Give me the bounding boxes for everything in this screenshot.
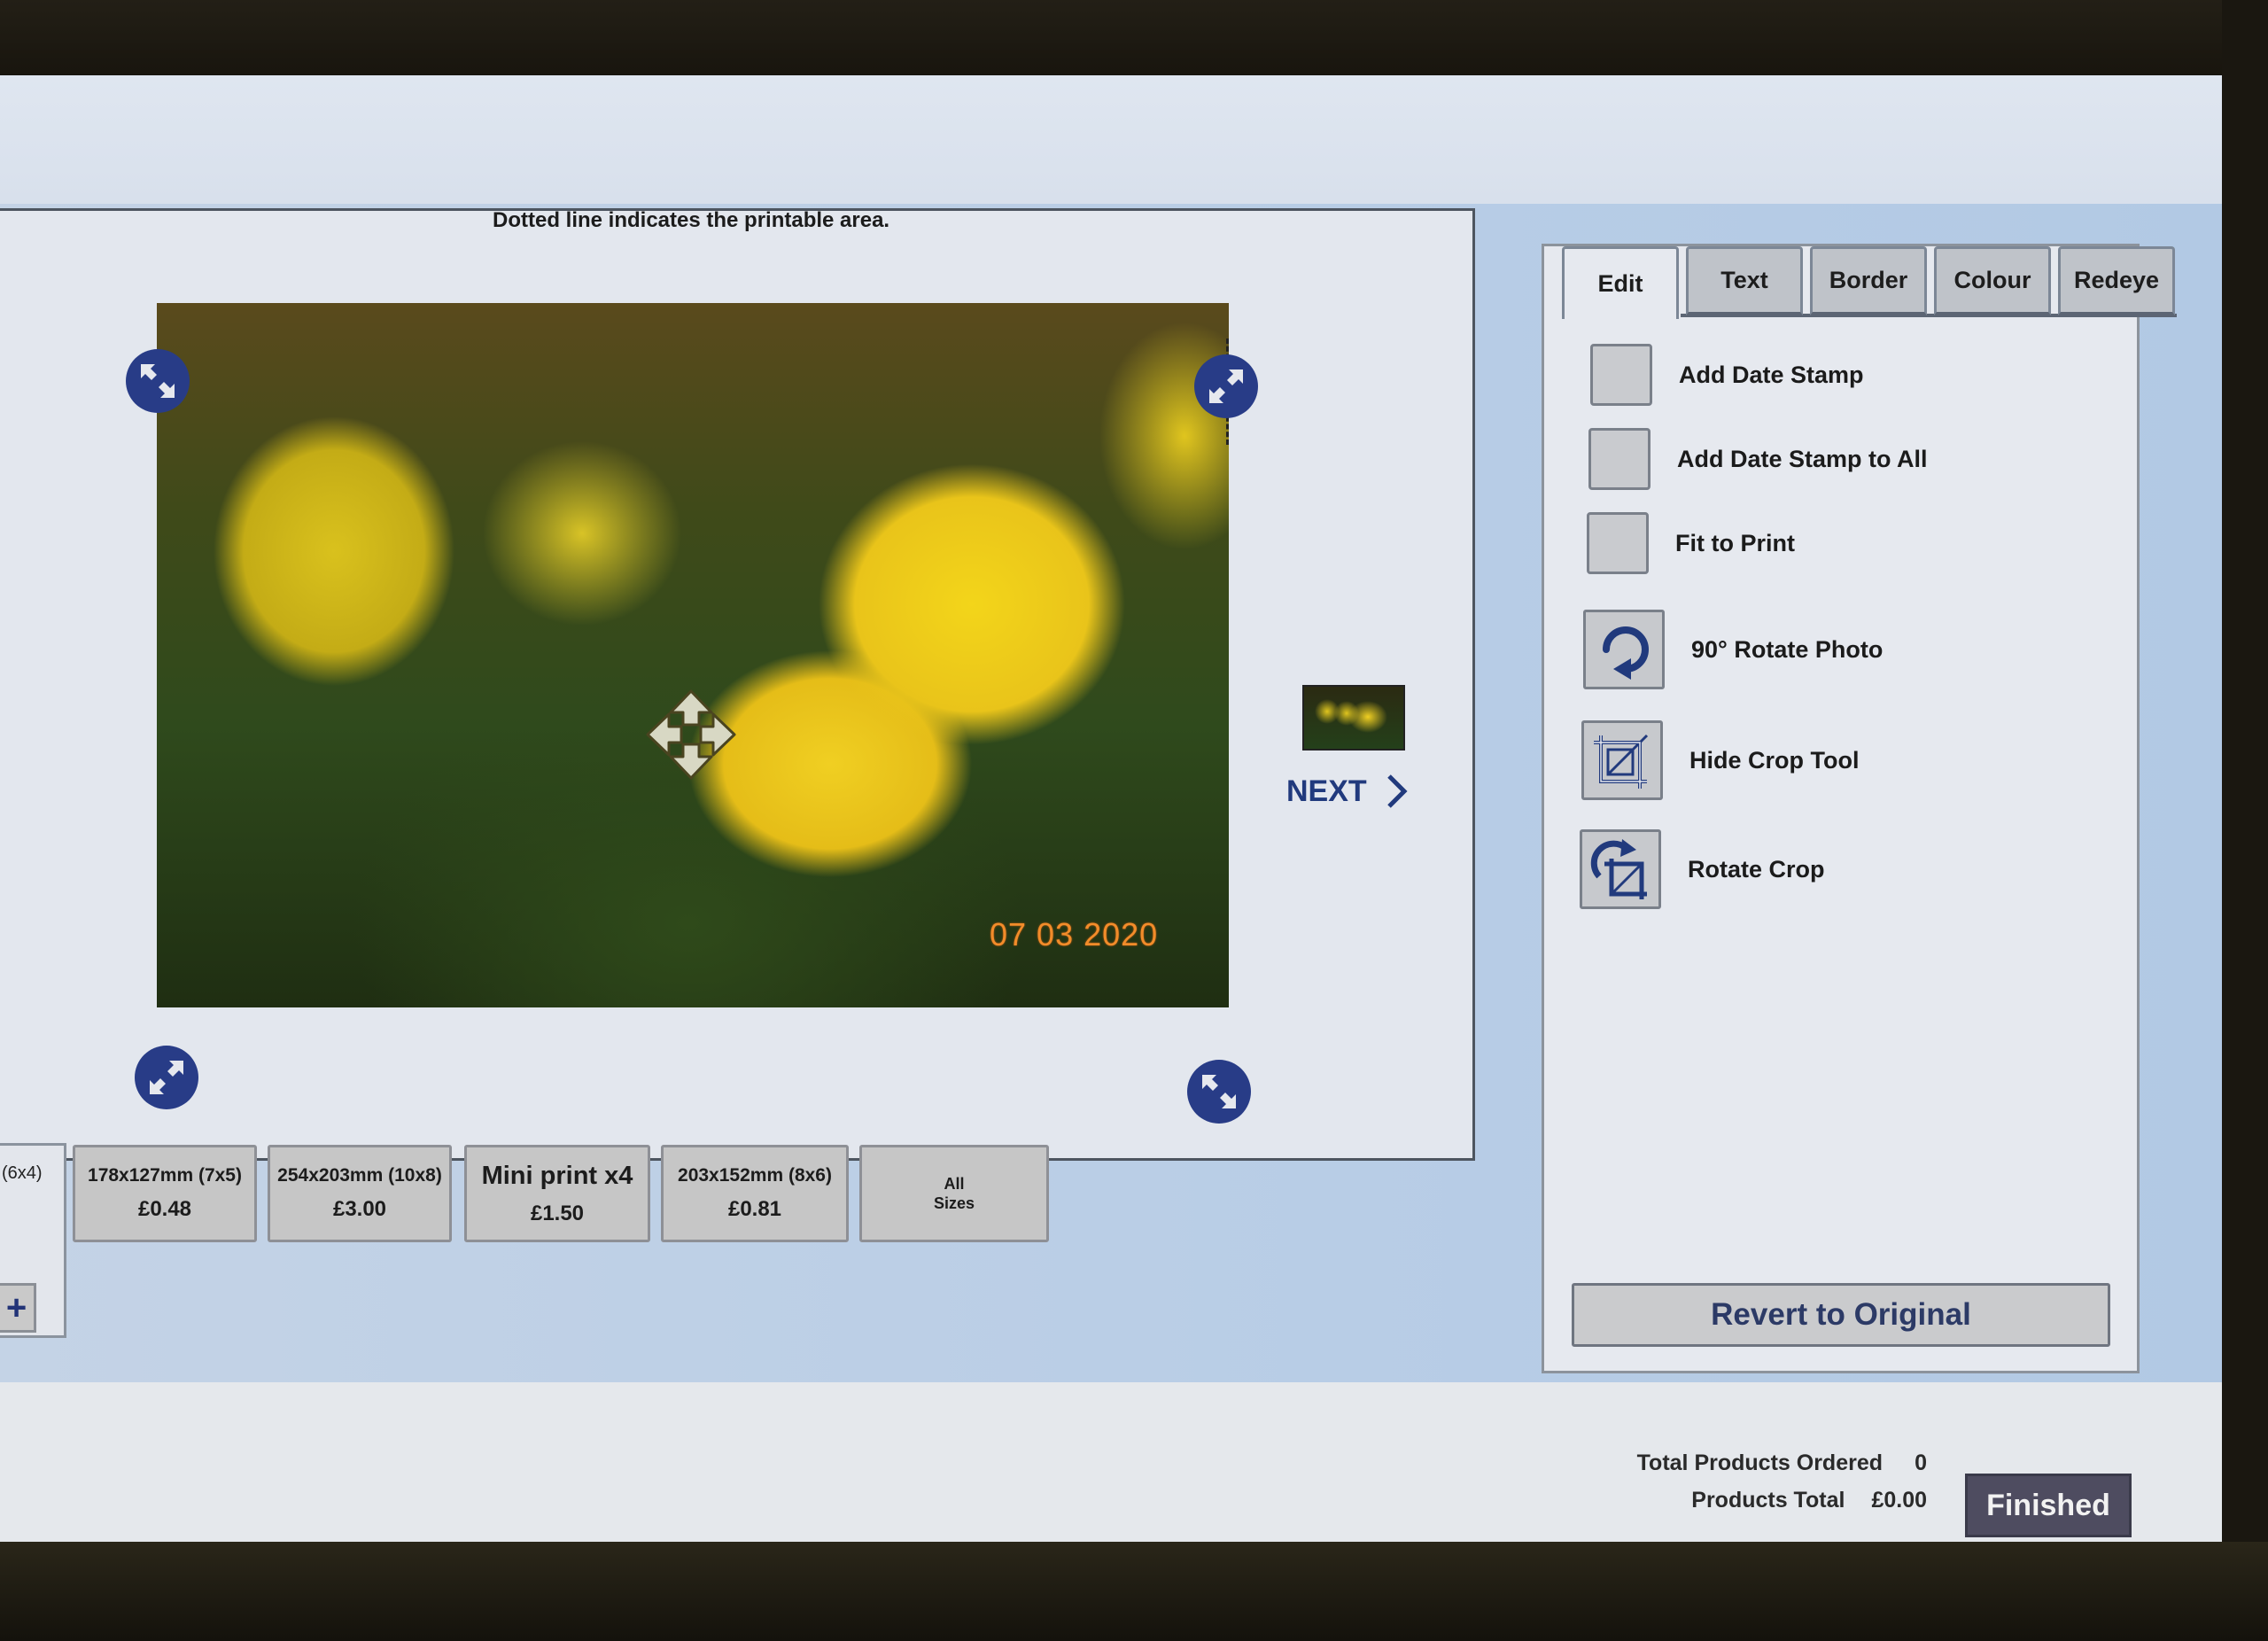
size-price: £1.50 — [530, 1201, 585, 1225]
crop-handle-bottom-left[interactable] — [135, 1046, 198, 1109]
size-price: £3.00 — [332, 1197, 387, 1221]
finished-button[interactable]: Finished — [1965, 1474, 2132, 1537]
option-label: Hide Crop Tool — [1689, 746, 1860, 774]
size-price: £0.48 — [137, 1197, 192, 1221]
printable-area-note: Dotted line indicates the printable area… — [493, 208, 890, 232]
edit-options-panel — [1542, 244, 2140, 1373]
size-option-7x5[interactable]: 178x127mm (7x5) £0.48 — [73, 1145, 257, 1242]
revert-to-original-button[interactable]: Revert to Original — [1572, 1283, 2110, 1347]
photo-canvas[interactable]: 07 03 2020 — [157, 303, 1229, 1007]
rotate-photo-button[interactable]: 90° Rotate Photo — [1583, 610, 1883, 689]
rotate-icon — [1583, 610, 1665, 689]
monitor-bezel-top — [0, 0, 2268, 84]
monitor-bezel-right — [2222, 0, 2268, 1641]
tab-colour[interactable]: Colour — [1934, 246, 2051, 315]
order-footer — [0, 1382, 2268, 1559]
crop-handle-top-right[interactable] — [1194, 354, 1258, 418]
option-label: Fit to Print — [1675, 529, 1795, 556]
size-option-all-sizes[interactable]: All Sizes — [859, 1145, 1049, 1242]
size-name: 254x203mm (10x8) — [277, 1165, 442, 1186]
total-products-ordered-row: Total Products Ordered 0 — [1595, 1444, 1927, 1482]
resize-arrows-icon — [1209, 369, 1243, 403]
move-icon[interactable] — [642, 686, 740, 783]
size-option-8x6[interactable]: 203x152mm (8x6) £0.81 — [661, 1145, 849, 1242]
tab-edit[interactable]: Edit — [1562, 246, 1679, 319]
add-date-stamp-to-all-option[interactable]: Add Date Stamp to All — [1588, 428, 1928, 490]
size-name: 203x152mm (8x6) — [678, 1165, 832, 1186]
add-quantity-button[interactable]: + — [0, 1283, 36, 1333]
monitor-bezel-bottom — [0, 1542, 2268, 1641]
add-date-stamp-checkbox[interactable] — [1590, 344, 1652, 406]
size-option-mini-print[interactable]: Mini print x4 £1.50 — [464, 1145, 650, 1242]
size-price: £0.81 — [727, 1197, 782, 1221]
fit-to-print-checkbox[interactable] — [1587, 512, 1649, 574]
total-products-ordered-value: 0 — [1915, 1450, 1927, 1475]
tab-border[interactable]: Border — [1810, 246, 1927, 315]
order-totals: Total Products Ordered 0 Products Total … — [1595, 1444, 1927, 1519]
size-option-10x8[interactable]: 254x203mm (10x8) £3.00 — [268, 1145, 452, 1242]
option-label: Add Date Stamp to All — [1677, 445, 1928, 472]
top-strip — [0, 75, 2225, 204]
products-total-value: £0.00 — [1871, 1487, 1927, 1513]
edit-tabs: Edit Text Border Colour Redeye — [1562, 246, 2175, 319]
tab-text[interactable]: Text — [1686, 246, 1803, 315]
fit-to-print-option[interactable]: Fit to Print — [1587, 512, 1795, 574]
crop-handle-bottom-right[interactable] — [1187, 1060, 1251, 1124]
option-label: Add Date Stamp — [1679, 361, 1864, 388]
size-option-label: (6x4) — [2, 1163, 43, 1183]
tab-redeye[interactable]: Redeye — [2058, 246, 2175, 315]
add-date-stamp-to-all-checkbox[interactable] — [1588, 428, 1651, 490]
crop-handle-top-left[interactable] — [126, 349, 190, 413]
products-total-row: Products Total £0.00 — [1595, 1482, 1927, 1519]
size-name: Mini print x4 — [481, 1161, 633, 1190]
plus-icon: + — [5, 1287, 27, 1327]
resize-arrows-icon — [1202, 1075, 1236, 1108]
next-button[interactable]: NEXT — [1286, 774, 1408, 809]
hide-crop-tool-button[interactable]: Hide Crop Tool — [1581, 720, 1859, 800]
add-date-stamp-option[interactable]: Add Date Stamp — [1590, 344, 1864, 406]
size-option-6x4-partial[interactable]: (6x4) + — [0, 1143, 66, 1338]
chevron-right-icon — [1386, 774, 1408, 808]
next-photo-thumbnail[interactable] — [1302, 685, 1405, 751]
products-total-label: Products Total — [1691, 1487, 1845, 1513]
option-label: 90° Rotate Photo — [1691, 635, 1884, 663]
next-label: NEXT — [1286, 774, 1367, 808]
rotate-crop-button[interactable]: Rotate Crop — [1580, 829, 1825, 909]
resize-arrows-icon — [150, 1061, 183, 1094]
date-stamp: 07 03 2020 — [990, 916, 1159, 953]
resize-arrows-icon — [141, 364, 175, 398]
size-name: 178x127mm (7x5) — [88, 1165, 242, 1186]
rotate-crop-icon — [1580, 829, 1661, 909]
total-products-ordered-label: Total Products Ordered — [1636, 1450, 1883, 1475]
crop-icon — [1581, 720, 1663, 800]
size-name: All Sizes — [933, 1175, 975, 1212]
option-label: Rotate Crop — [1688, 855, 1825, 883]
